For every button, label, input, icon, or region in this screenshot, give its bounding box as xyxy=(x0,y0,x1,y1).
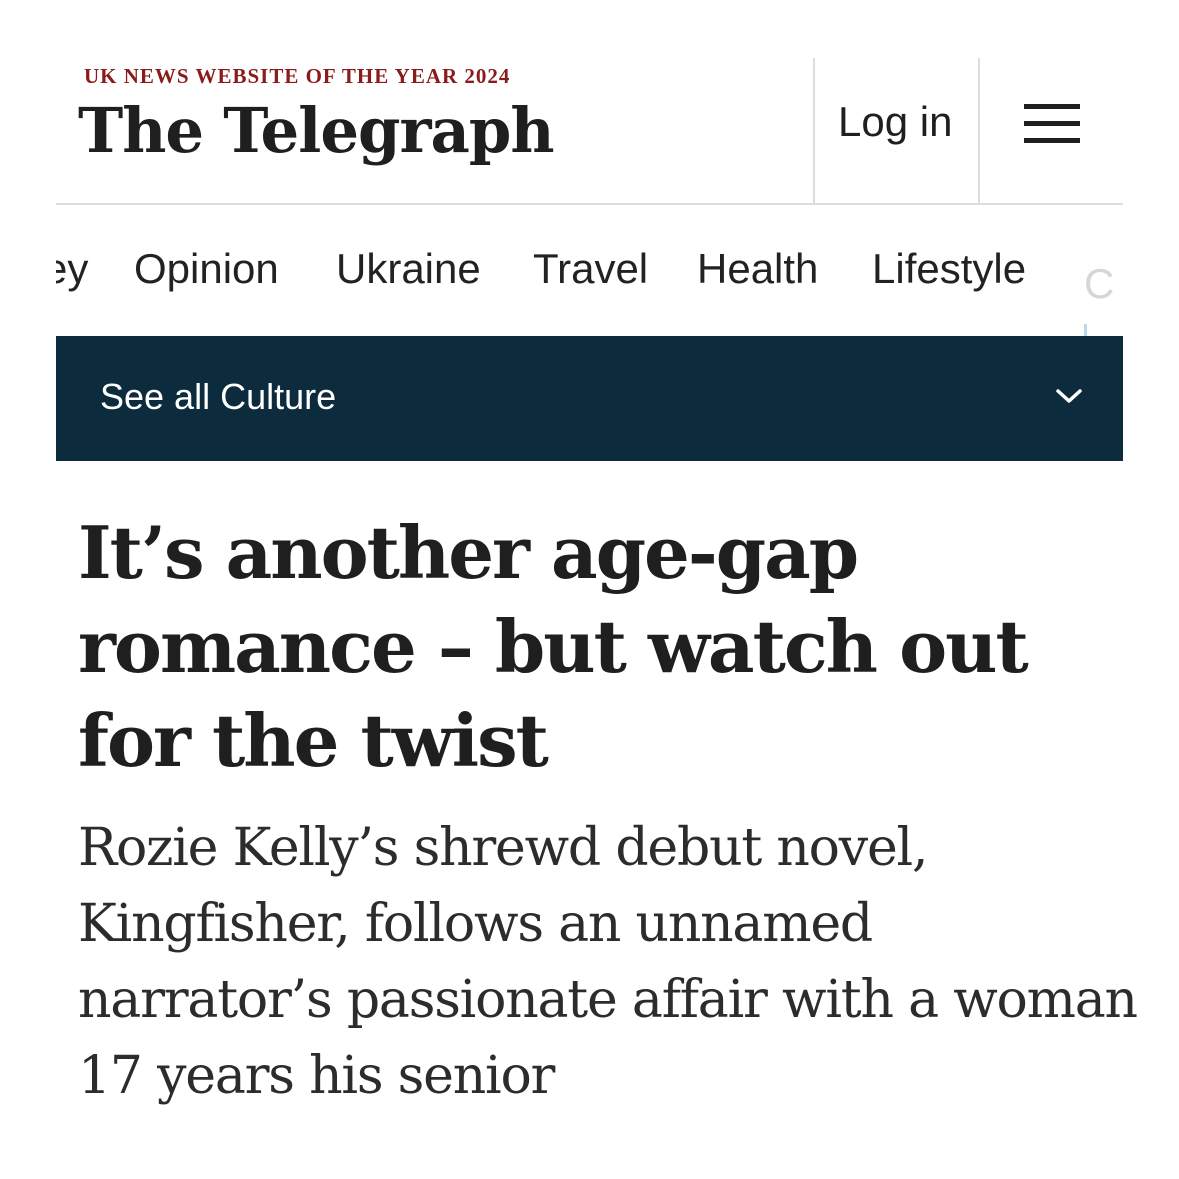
nav-item-travel[interactable]: Travel xyxy=(533,245,648,293)
see-all-culture-dropdown[interactable]: See all Culture xyxy=(56,336,1123,461)
nav-item-money[interactable]: ey xyxy=(56,245,88,293)
header-divider xyxy=(978,58,980,204)
nav-scroll-indicator xyxy=(1084,324,1087,336)
hamburger-menu-icon[interactable] xyxy=(1024,104,1080,146)
article-headline: It’s another age-gap romance – but watch… xyxy=(78,510,1029,783)
login-link[interactable]: Log in xyxy=(838,98,952,146)
dropdown-label: See all Culture xyxy=(100,376,337,417)
nav-item-health[interactable]: Health xyxy=(697,245,818,293)
section-nav: ey Opinion Ukraine Travel Health Lifesty… xyxy=(56,205,1096,335)
award-banner: UK NEWS WEBSITE OF THE YEAR 2024 xyxy=(84,64,511,88)
nav-item-lifestyle[interactable]: Lifestyle xyxy=(872,245,1026,293)
nav-item-opinion[interactable]: Opinion xyxy=(134,245,279,293)
chevron-down-icon xyxy=(1056,389,1082,403)
nav-item-partial[interactable]: C xyxy=(1084,260,1114,308)
nav-scroll-fade xyxy=(1030,235,1090,305)
header-divider xyxy=(813,58,815,204)
site-logo[interactable]: The Telegraph xyxy=(78,94,555,167)
nav-item-ukraine[interactable]: Ukraine xyxy=(336,245,481,293)
article-standfirst: Rozie Kelly’s shrewd debut novel, Kingfi… xyxy=(78,818,1138,1106)
site-header: UK NEWS WEBSITE OF THE YEAR 2024 The Tel… xyxy=(56,58,1123,204)
